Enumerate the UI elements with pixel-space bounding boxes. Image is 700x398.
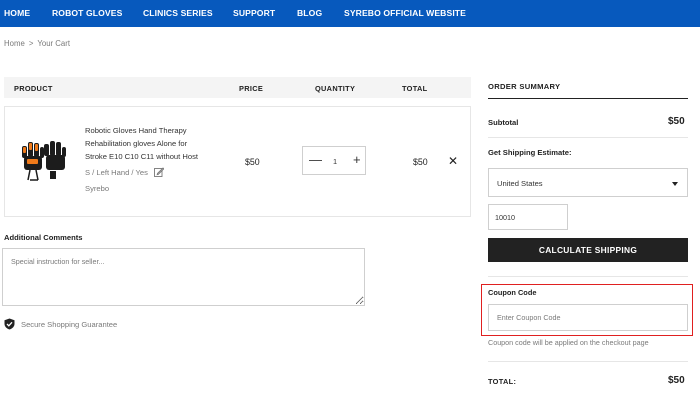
header-total: TOTAL (402, 84, 428, 93)
breadcrumb: Home > Your Cart (4, 39, 70, 48)
secure-shopping-guarantee: Secure Shopping Guarantee (4, 318, 117, 330)
nav-clinics-series-link[interactable]: CLINICS SERIES (143, 8, 213, 18)
header-price: PRICE (239, 84, 264, 93)
breadcrumb-home-link[interactable]: Home (4, 39, 25, 48)
product-price: $50 (245, 157, 260, 167)
breadcrumb-current: Your Cart (37, 39, 71, 48)
country-select[interactable]: United States (488, 168, 688, 197)
total-label: TOTAL: (488, 377, 517, 386)
subtotal-label: Subtotal (488, 118, 519, 127)
country-selected-value: United States (497, 179, 543, 188)
nav-blog-link[interactable]: BLOG (297, 8, 322, 18)
total-value: $50 (668, 375, 685, 386)
nav-robot-gloves-link[interactable]: ROBOT GLOVES (52, 8, 122, 18)
summary-divider (488, 276, 688, 277)
nav-support-link[interactable]: SUPPORT (233, 8, 275, 18)
edit-pencil-icon[interactable] (154, 167, 165, 177)
remove-item-button[interactable]: ✕ (448, 154, 458, 168)
chevron-down-icon (672, 182, 678, 186)
coupon-note: Coupon code will be applied on the check… (488, 338, 649, 347)
product-vendor: Syrebo (85, 184, 110, 193)
shield-check-icon (4, 318, 15, 330)
nav-syrebo-official-website-link[interactable]: SYREBO OFFICIAL WEBSITE (344, 8, 466, 18)
header-product: PRODUCT (14, 84, 53, 93)
quantity-stepper: — 1 + (302, 146, 366, 175)
subtotal-value: $50 (668, 116, 685, 127)
header-quantity: QUANTITY (315, 84, 356, 93)
calculate-shipping-button[interactable]: CALCULATE SHIPPING (488, 238, 688, 262)
summary-divider (488, 98, 688, 99)
coupon-code-input[interactable] (488, 304, 688, 331)
line-item-total: $50 (413, 157, 428, 167)
order-summary-title: ORDER SUMMARY (488, 82, 561, 91)
guarantee-text: Secure Shopping Guarantee (21, 320, 118, 329)
quantity-input[interactable]: 1 (327, 157, 343, 166)
product-variant: S / Left Hand / Yes (85, 167, 165, 177)
breadcrumb-separator: > (28, 39, 34, 48)
summary-divider (488, 361, 688, 362)
top-navigation-bar: HOME ROBOT GLOVES CLINICS SERIES SUPPORT… (0, 0, 700, 27)
summary-divider (488, 137, 688, 138)
shipping-estimate-label: Get Shipping Estimate: (488, 148, 572, 157)
coupon-code-label: Coupon Code (488, 288, 537, 297)
robotic-glove-product-image[interactable] (18, 138, 68, 184)
zip-code-input[interactable] (488, 204, 568, 230)
cart-line-item: Robotic Gloves Hand Therapy Rehabilitati… (4, 106, 471, 217)
cart-table-header: PRODUCT PRICE QUANTITY TOTAL (4, 77, 471, 98)
quantity-increase-button[interactable]: + (353, 153, 361, 167)
additional-comments-label: Additional Comments (4, 233, 83, 242)
product-title-link[interactable]: Robotic Gloves Hand Therapy Rehabilitati… (85, 124, 210, 163)
quantity-decrease-button[interactable]: — (309, 153, 322, 167)
nav-home-link[interactable]: HOME (4, 8, 30, 18)
additional-comments-textarea[interactable] (2, 248, 365, 306)
product-variant-text: S / Left Hand / Yes (85, 168, 148, 177)
